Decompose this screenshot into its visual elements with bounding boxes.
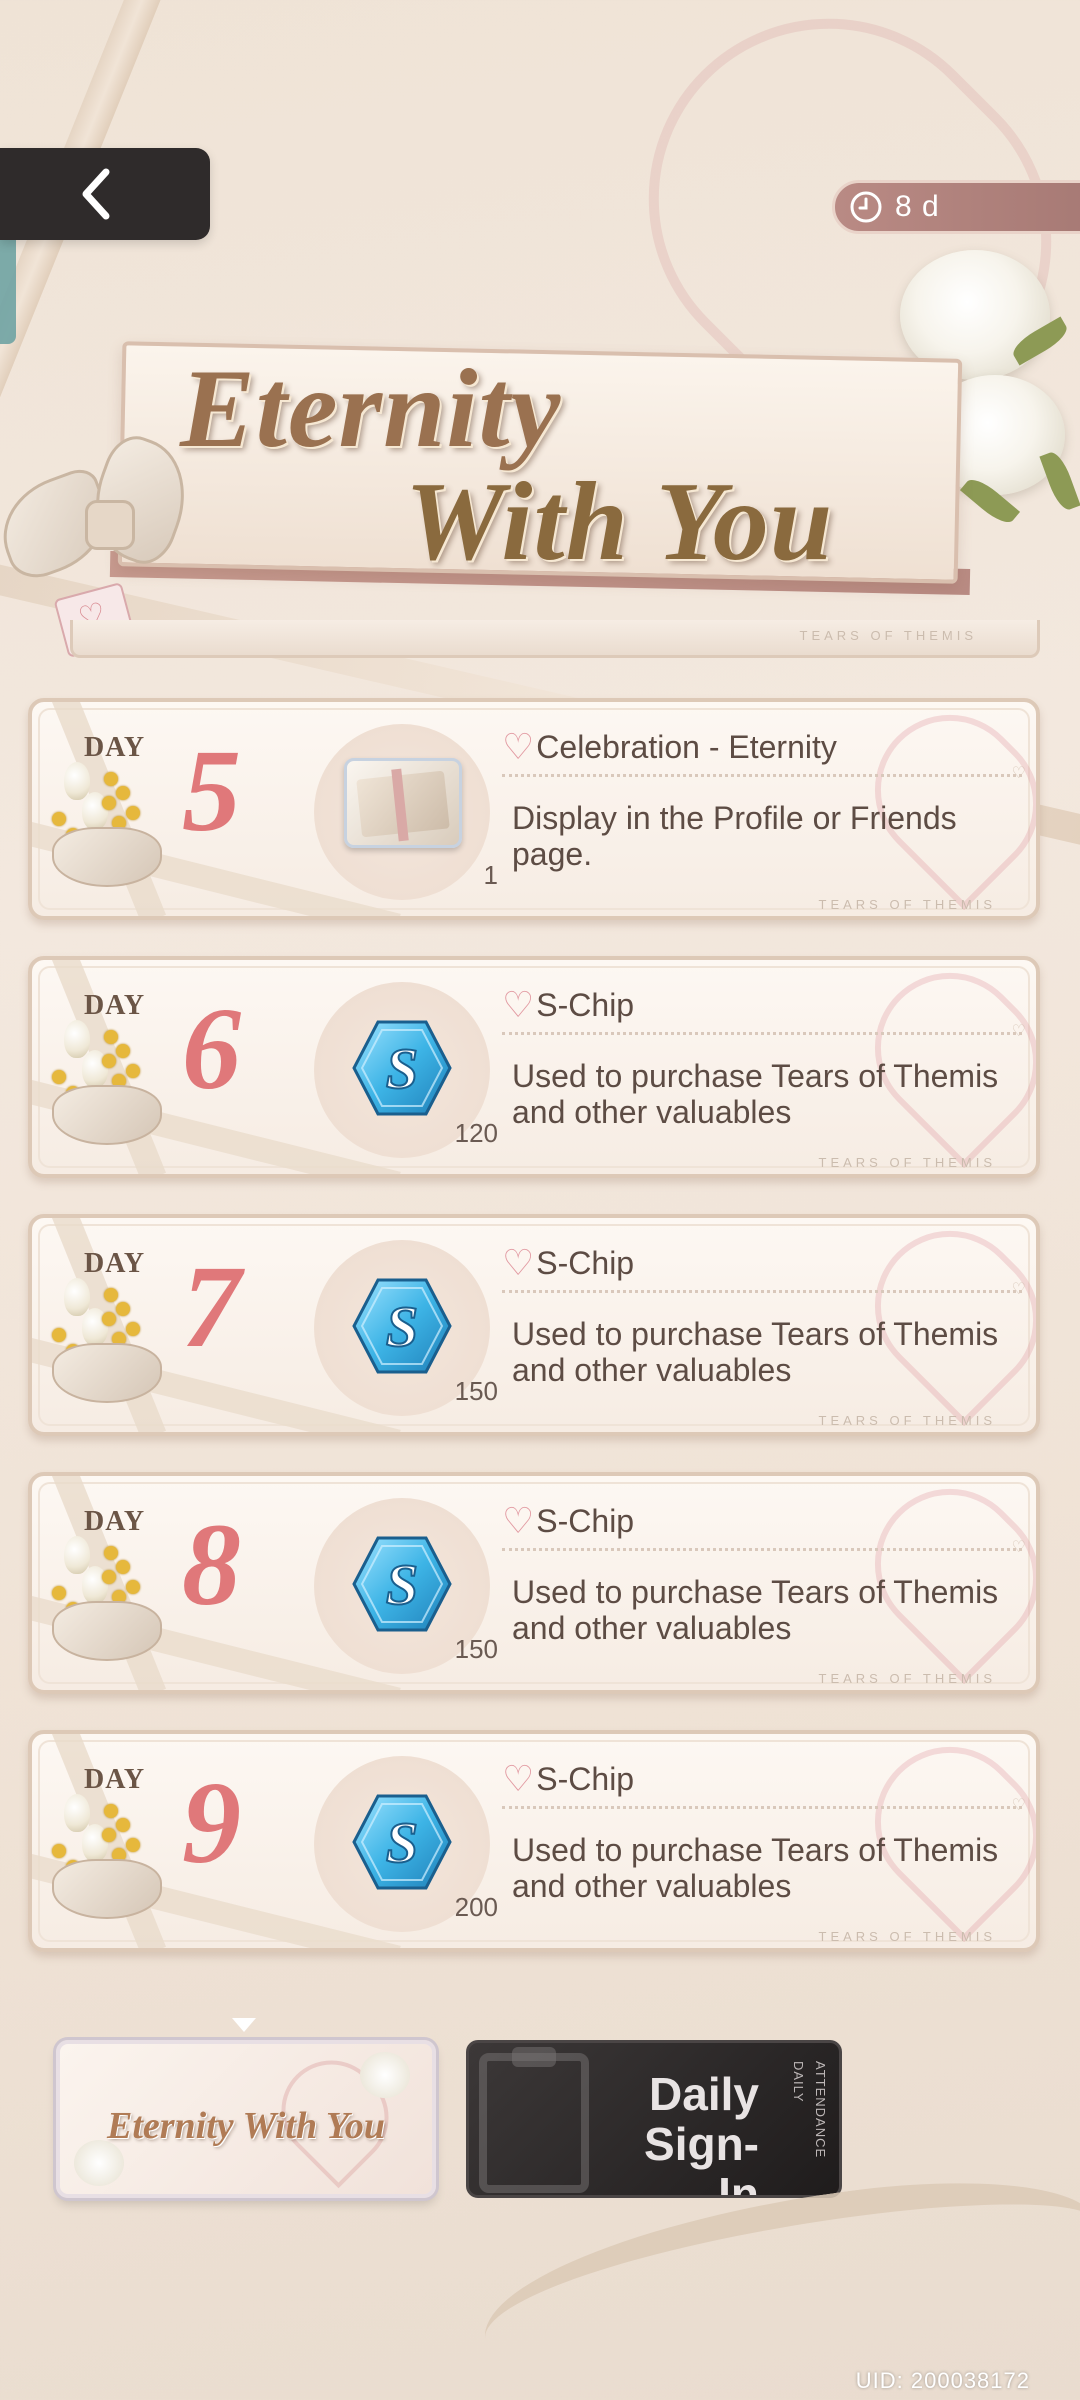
- reward-description: Display in the Profile or Friends page.: [512, 800, 957, 872]
- dotted-divider: [502, 1279, 1026, 1299]
- dotted-divider: [502, 1537, 1026, 1557]
- reward-quantity: 200: [454, 1892, 498, 1922]
- day-label: DAY: [84, 1506, 146, 1537]
- watermark-text: TEARS OF THEMIS: [818, 1929, 996, 1944]
- tab-eternity-with-you[interactable]: Eternity With You: [56, 2040, 436, 2198]
- watermark-text: TEARS OF THEMIS: [818, 897, 996, 912]
- reward-name-text: Celebration - Eternity: [536, 728, 837, 765]
- s-chip-icon: S: [350, 1534, 454, 1634]
- uid-label: UID: 200038172: [855, 2368, 1030, 2393]
- day-label: DAY: [84, 1764, 146, 1795]
- dotted-divider: [502, 1021, 1026, 1041]
- clock-icon: [850, 191, 882, 223]
- reward-description: Used to purchase Tears of Themis and oth…: [512, 1832, 999, 1904]
- s-chip-icon: S: [350, 1018, 454, 1118]
- gift-box-icon: [344, 758, 462, 848]
- reward-name: ♡ S-Chip: [502, 1758, 634, 1800]
- watermark-text: TEARS OF THEMIS: [818, 1155, 996, 1170]
- svg-text:S: S: [386, 1552, 418, 1617]
- bow-decoration: [52, 827, 162, 887]
- day-number: 8: [182, 1499, 241, 1630]
- reward-description: Used to purchase Tears of Themis and oth…: [512, 1574, 999, 1646]
- day-label: DAY: [84, 990, 146, 1021]
- list-top-edge: TEARS OF THEMIS: [70, 620, 1040, 658]
- reward-name-text: S-Chip: [536, 986, 635, 1023]
- tab-label-line2: Sign-In: [644, 2118, 759, 2198]
- dotted-divider: [502, 763, 1026, 783]
- day-label: DAY: [84, 732, 146, 763]
- svg-text:S: S: [386, 1294, 418, 1359]
- bow-decoration: [52, 1085, 162, 1145]
- event-title-line1: Eternity: [180, 347, 562, 471]
- bow-decoration: [52, 1859, 162, 1919]
- heart-icon: ♡: [502, 1758, 535, 1799]
- watermark-text: TEARS OF THEMIS: [799, 628, 977, 643]
- rose-decoration: [360, 2052, 410, 2098]
- svg-text:S: S: [386, 1810, 418, 1875]
- event-timer: 8 d: [832, 180, 1080, 234]
- reward-quantity: 150: [454, 1634, 498, 1664]
- day-number: 6: [182, 983, 241, 1114]
- event-title-line2: With You: [405, 460, 834, 584]
- reward-name-text: S-Chip: [536, 1760, 635, 1797]
- reward-name: ♡ Celebration - Eternity: [502, 726, 837, 768]
- leaf-decoration: [1039, 449, 1080, 513]
- dotted-divider: [502, 1795, 1026, 1815]
- reward-quantity: 150: [454, 1376, 498, 1406]
- tab-label: Eternity With You: [106, 2105, 386, 2147]
- day-label: DAY: [84, 1248, 146, 1279]
- back-button[interactable]: [0, 148, 210, 240]
- timer-text: 8 d: [895, 190, 940, 223]
- clipboard-icon: [479, 2047, 589, 2193]
- bow-decoration: [52, 1343, 162, 1403]
- reward-card-day-8[interactable]: DAY 8 S 150 ♡S-Chip Used to purchase Tears of…: [28, 1472, 1040, 1694]
- reward-description: Used to purchase Tears of Themis and oth…: [512, 1058, 999, 1130]
- chevron-left-icon: [82, 168, 110, 220]
- watermark-text: TEARS OF THEMIS: [818, 1671, 996, 1686]
- svg-text:S: S: [386, 1036, 418, 1101]
- vertical-caption: ATTENDANCE: [813, 2061, 828, 2159]
- bow-decoration: [52, 1601, 162, 1661]
- reward-card-day-7[interactable]: DAY 7 S 150 ♡S-Chip Used to purchase Tears of…: [28, 1214, 1040, 1436]
- reward-name-text: S-Chip: [536, 1502, 635, 1539]
- reward-card-day-9[interactable]: DAY 9 S 200 ♡S-Chip Used to purchase Tears of…: [28, 1730, 1040, 1952]
- heart-icon: ♡: [502, 1500, 535, 1541]
- reward-name: ♡ S-Chip: [502, 1242, 634, 1284]
- reward-card-day-5[interactable]: DAY 5 1 ♡Celebration - Eternity Display in t…: [28, 698, 1040, 920]
- day-number: 5: [182, 725, 241, 856]
- tab-label-line1: Daily: [649, 2068, 759, 2120]
- tab-daily-sign-in[interactable]: Daily Sign-In DAILY ATTENDANCE: [466, 2040, 842, 2198]
- reward-name: ♡ S-Chip: [502, 984, 634, 1026]
- heart-icon: ♡: [502, 984, 535, 1025]
- active-tab-pointer: [232, 2018, 256, 2032]
- bow-knot: [85, 500, 135, 550]
- day-number: 7: [182, 1241, 241, 1372]
- reward-name: ♡ S-Chip: [502, 1500, 634, 1542]
- reward-quantity: 120: [454, 1118, 498, 1148]
- reward-card-day-6[interactable]: DAY 6 S 120 ♡S-Chip Used to purchase Tears of…: [28, 956, 1040, 1178]
- reward-description: Used to purchase Tears of Themis and oth…: [512, 1316, 999, 1388]
- heart-icon: ♡: [502, 726, 535, 767]
- vertical-caption: DAILY: [791, 2061, 806, 2103]
- day-number: 9: [182, 1757, 241, 1888]
- s-chip-icon: S: [350, 1276, 454, 1376]
- reward-quantity: 1: [483, 860, 498, 890]
- s-chip-icon: S: [350, 1792, 454, 1892]
- watermark-text: TEARS OF THEMIS: [818, 1413, 996, 1428]
- reward-name-text: S-Chip: [536, 1244, 635, 1281]
- heart-icon: ♡: [502, 1242, 535, 1283]
- tab-label: Daily Sign-In: [609, 2068, 759, 2198]
